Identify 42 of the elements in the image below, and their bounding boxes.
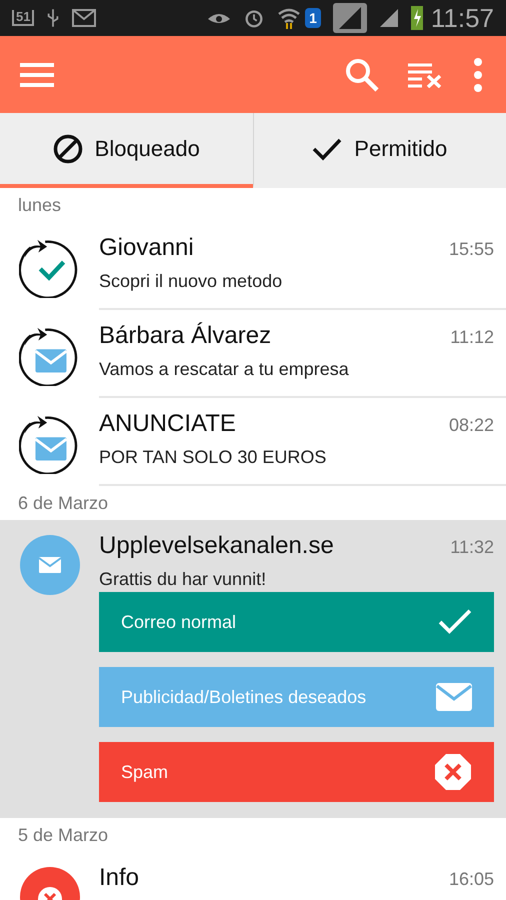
sender-name: Upplevelsekanalen.se [99, 531, 334, 561]
message-row[interactable]: Info 16:05 [0, 852, 506, 900]
list-x-icon[interactable] [408, 62, 444, 88]
message-row[interactable]: ANUNCIATE 08:22 POR TAN SOLO 30 EUROS [0, 398, 506, 486]
more-icon[interactable] [474, 58, 482, 92]
date-header: lunes [17, 194, 62, 216]
date-header: 5 de Marzo [17, 824, 110, 846]
spam-icon[interactable] [434, 753, 472, 791]
blocked-icon[interactable] [52, 134, 83, 164]
tab[interactable]: Permitido [252, 113, 506, 188]
menu-icon[interactable] [20, 62, 54, 88]
message-preview: Vamos a rescatar a tu empresa [99, 358, 350, 381]
date-header: 6 de Marzo [17, 492, 110, 514]
classify-option-button[interactable]: Correo normal [99, 592, 494, 652]
battery-icon [410, 6, 423, 30]
sender-name: Bárbara Álvarez [99, 321, 272, 351]
tab[interactable]: Bloqueado [0, 113, 252, 188]
message-preview: POR TAN SOLO 30 EUROS [99, 446, 328, 469]
sender-name: ANUNCIATE [99, 409, 236, 439]
mail-icon[interactable] [436, 683, 472, 711]
usb-icon [46, 7, 60, 29]
sender-name: Giovanni [99, 233, 194, 263]
check-icon[interactable] [312, 136, 342, 160]
notification-badge: 51 [12, 10, 34, 26]
message-time: 16:05 [448, 868, 494, 891]
mail-icon [18, 534, 80, 596]
sender-name: Info [99, 863, 140, 893]
wifi-icon [277, 6, 302, 30]
signal-icon [332, 3, 367, 33]
message-row[interactable]: Giovanni 15:55 Scopri il nuovo metodo [0, 222, 506, 310]
message-time: 08:22 [448, 414, 494, 437]
clock-text: 11:57 [430, 2, 494, 34]
message-time: 15:55 [448, 238, 494, 261]
mail-icon [72, 9, 96, 27]
message-preview: Grattis du har vunnit! [99, 568, 268, 591]
signal-icon [378, 8, 399, 28]
message-row[interactable]: Bárbara Álvarez 11:12 Vamos a rescatar a tu empresa [0, 310, 506, 398]
message-time: 11:12 [450, 326, 494, 349]
message-time: 11:32 [450, 536, 494, 559]
message-preview: Scopri il nuovo metodo [99, 270, 284, 293]
classify-option-button[interactable]: Spam [99, 742, 494, 802]
sim-badge: 1 [305, 8, 321, 28]
